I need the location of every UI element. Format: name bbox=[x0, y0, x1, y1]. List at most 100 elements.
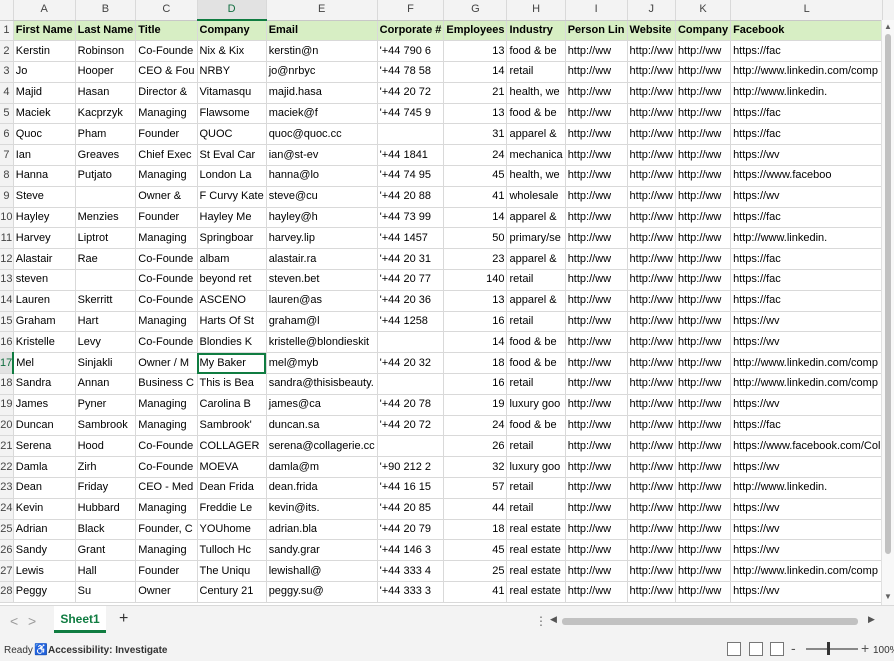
column-header-a[interactable]: A bbox=[13, 0, 76, 21]
select-all-corner[interactable] bbox=[0, 0, 14, 21]
vertical-scrollbar[interactable]: ▲ ▼ bbox=[881, 20, 894, 605]
cell[interactable]: http://ww bbox=[627, 435, 676, 458]
cell[interactable]: Hood bbox=[75, 435, 137, 458]
cell[interactable]: http://www.linkedin. bbox=[730, 477, 884, 499]
column-title-cell[interactable]: Company bbox=[197, 20, 267, 42]
cell[interactable]: 23 bbox=[443, 248, 508, 271]
cell[interactable] bbox=[377, 331, 445, 354]
cell[interactable]: http://ww bbox=[675, 311, 732, 333]
cell[interactable]: Managing bbox=[135, 227, 198, 250]
cell[interactable]: http://ww bbox=[675, 103, 732, 125]
cell[interactable]: lauren@as bbox=[266, 290, 378, 312]
cell[interactable]: 14 bbox=[443, 207, 508, 229]
cell[interactable]: Founder, C bbox=[135, 519, 198, 541]
cell[interactable]: 41 bbox=[443, 581, 508, 603]
cell[interactable]: http://ww bbox=[675, 498, 732, 520]
cell[interactable]: http://ww bbox=[565, 165, 628, 187]
row-header[interactable]: 19 bbox=[0, 394, 14, 416]
cell[interactable]: http://ww bbox=[565, 435, 628, 458]
page-break-preview-icon[interactable] bbox=[770, 642, 784, 656]
cell[interactable]: 140 bbox=[443, 269, 508, 291]
cell[interactable]: https://wv bbox=[730, 331, 884, 354]
cell[interactable]: real estate bbox=[506, 581, 566, 603]
scroll-down-icon[interactable]: ▼ bbox=[884, 592, 892, 601]
cell[interactable]: apparel & bbox=[506, 248, 566, 271]
cell[interactable]: Lewis bbox=[13, 560, 76, 583]
cell[interactable]: Graham bbox=[13, 311, 76, 333]
cell[interactable]: quoc@quoc.cc bbox=[266, 123, 378, 146]
cell[interactable]: http://ww bbox=[675, 165, 732, 187]
cell[interactable]: 13 bbox=[443, 40, 508, 63]
cell[interactable]: '+44 1841 bbox=[377, 144, 445, 167]
cell[interactable]: http://ww bbox=[627, 311, 676, 333]
cell[interactable]: http://ww bbox=[565, 456, 628, 479]
cell[interactable]: Sandra bbox=[13, 373, 76, 395]
cell[interactable]: Co-Founde bbox=[135, 435, 198, 458]
cell[interactable]: 57 bbox=[443, 477, 508, 499]
column-title-cell[interactable]: Corporate # bbox=[377, 20, 445, 42]
cell[interactable]: '+90 212 2 bbox=[377, 456, 445, 479]
cell[interactable]: '+44 20 85 bbox=[377, 498, 445, 520]
cell[interactable]: http://ww bbox=[565, 581, 628, 603]
column-header-d[interactable]: D bbox=[197, 0, 267, 21]
cell[interactable]: 13 bbox=[443, 103, 508, 125]
cell[interactable]: http://ww bbox=[565, 40, 628, 63]
cell[interactable]: 19 bbox=[443, 394, 508, 416]
cell[interactable]: http://ww bbox=[565, 331, 628, 354]
row-header[interactable]: 12 bbox=[0, 248, 14, 271]
cell[interactable]: Majid bbox=[13, 82, 76, 104]
cell[interactable]: Vitamasqu bbox=[197, 82, 267, 104]
cell[interactable]: http://www.linkedin. bbox=[730, 227, 884, 250]
cell[interactable]: http://ww bbox=[565, 519, 628, 541]
cell[interactable]: Greaves bbox=[75, 144, 137, 167]
row-header[interactable]: 21 bbox=[0, 435, 14, 458]
cell[interactable]: Managing bbox=[135, 539, 198, 562]
row-header[interactable]: 7 bbox=[0, 144, 14, 167]
cell[interactable]: 24 bbox=[443, 415, 508, 437]
cell[interactable]: http://ww bbox=[675, 40, 732, 63]
cell[interactable]: http://ww bbox=[627, 144, 676, 167]
column-title-cell[interactable]: Employees bbox=[443, 20, 508, 42]
cell[interactable]: food & be bbox=[506, 415, 566, 437]
cell[interactable]: Harvey bbox=[13, 227, 76, 250]
cell[interactable]: Steve bbox=[13, 186, 76, 208]
cell[interactable]: http://www.linkedin.com/comp bbox=[730, 373, 884, 395]
cell[interactable]: '+44 1258 bbox=[377, 311, 445, 333]
cell[interactable]: YOUhome bbox=[197, 519, 267, 541]
cell[interactable]: Jo bbox=[13, 61, 76, 83]
row-header[interactable]: 8 bbox=[0, 165, 14, 187]
cell[interactable]: Sandy bbox=[13, 539, 76, 562]
row-header[interactable]: 24 bbox=[0, 498, 14, 520]
cell[interactable]: serena@collagerie.cc bbox=[266, 435, 378, 458]
cell[interactable]: real estate bbox=[506, 539, 566, 562]
cell[interactable]: London La bbox=[197, 165, 267, 187]
cell[interactable]: alastair.ra bbox=[266, 248, 378, 271]
cell[interactable]: James bbox=[13, 394, 76, 416]
cell[interactable]: kerstin@n bbox=[266, 40, 378, 63]
column-header-c[interactable]: C bbox=[135, 0, 198, 21]
cell[interactable]: 18 bbox=[443, 352, 508, 375]
cell[interactable]: Managing bbox=[135, 165, 198, 187]
column-title-cell[interactable]: Industry bbox=[506, 20, 566, 42]
cell[interactable]: http://ww bbox=[675, 519, 732, 541]
horizontal-scroll-thumb[interactable] bbox=[562, 618, 858, 625]
cell[interactable]: http://ww bbox=[627, 290, 676, 312]
cell[interactable]: Sambrook bbox=[75, 415, 137, 437]
column-title-cell[interactable]: Title bbox=[135, 20, 198, 42]
cell[interactable]: http://ww bbox=[675, 207, 732, 229]
cell[interactable]: Hart bbox=[75, 311, 137, 333]
cell[interactable]: mechanica bbox=[506, 144, 566, 167]
cell[interactable]: http://ww bbox=[675, 456, 732, 479]
cell[interactable]: http://ww bbox=[565, 207, 628, 229]
cell[interactable]: http://ww bbox=[675, 331, 732, 354]
column-title-cell[interactable]: Last Name bbox=[75, 20, 137, 42]
cell[interactable]: jo@nrbyc bbox=[266, 61, 378, 83]
cell[interactable]: http://ww bbox=[675, 290, 732, 312]
cell[interactable]: http://ww bbox=[627, 103, 676, 125]
cell[interactable]: Flawsome bbox=[197, 103, 267, 125]
cell[interactable]: maciek@f bbox=[266, 103, 378, 125]
row-header[interactable]: 5 bbox=[0, 103, 14, 125]
zoom-in-button[interactable]: + bbox=[861, 640, 869, 656]
cell[interactable]: Kerstin bbox=[13, 40, 76, 63]
cell[interactable]: http://ww bbox=[565, 373, 628, 395]
